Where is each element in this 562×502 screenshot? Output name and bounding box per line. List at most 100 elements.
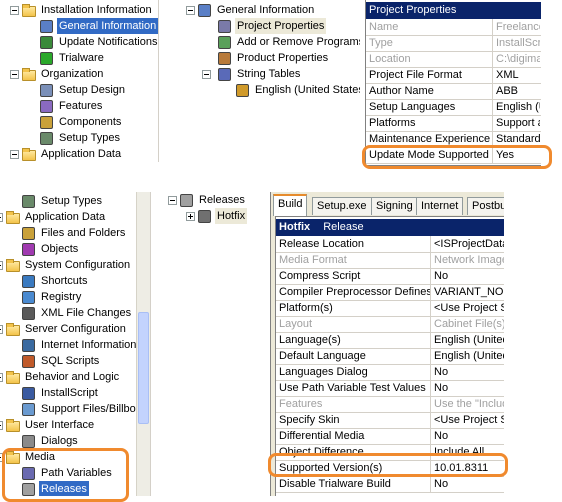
property-value[interactable]: Freelance (493, 19, 540, 35)
tree-item[interactable]: Objects (0, 241, 150, 257)
property-row[interactable]: Media Format Network Image (276, 252, 504, 269)
property-row[interactable]: Compiler Preprocessor Defines VARIANT_NON (276, 284, 504, 301)
property-value[interactable]: InstallScript (493, 35, 540, 51)
property-row[interactable]: Author Name ABB (366, 83, 541, 100)
tree-item-label: Application Data (41, 148, 122, 160)
property-value[interactable]: English (United (431, 348, 504, 364)
tree-item[interactable]: InstallScript (0, 385, 150, 401)
property-value[interactable]: <ISProjectDataFolder> (431, 236, 504, 252)
property-row[interactable]: Project File Format XML (366, 67, 541, 84)
tree-item[interactable]: Behavior and Logic (0, 369, 150, 385)
collapse-icon[interactable] (0, 213, 3, 222)
collapse-icon[interactable] (0, 325, 3, 334)
tab-setupexe[interactable]: Setup.exe (312, 197, 372, 215)
property-name: Language(s) (276, 332, 431, 348)
tree-item[interactable]: General Information (176, 2, 360, 18)
tree-item[interactable]: XML File Changes (0, 305, 150, 321)
property-row[interactable]: NameFreelance (366, 19, 541, 36)
tree-item[interactable]: System Configuration (0, 257, 150, 273)
tree-item[interactable]: Components (0, 114, 158, 130)
tree-item[interactable]: SQL Scripts (0, 353, 150, 369)
tree-item[interactable]: Application Data (0, 209, 150, 225)
property-row[interactable]: Setup LanguagesEnglish (U (366, 99, 541, 116)
tree-item-label: Releases (199, 194, 245, 206)
property-value[interactable]: XML (493, 67, 540, 83)
property-row[interactable]: TypeInstallScript (366, 35, 541, 52)
property-row[interactable]: Platform(s) <Use Project S (276, 300, 504, 317)
tab-postbuild[interactable]: Postbuild (467, 197, 504, 215)
tree-item[interactable]: Shortcuts (0, 273, 150, 289)
property-row[interactable]: Release Location<ISProjectDataFolder> (276, 236, 504, 253)
property-row[interactable]: Languages Dialog No (276, 364, 504, 381)
tree-item-label: Project Properties (235, 18, 327, 34)
tree-item[interactable]: Dialogs (0, 433, 150, 449)
property-row[interactable]: Language(s) English (United (276, 332, 504, 349)
property-row[interactable]: Default Language English (United (276, 348, 504, 365)
tree-item[interactable]: Internet Information (0, 337, 150, 353)
collapse-icon[interactable] (0, 421, 3, 430)
collapse-icon[interactable] (10, 6, 19, 15)
property-row[interactable]: Location C:\digima (366, 51, 541, 68)
property-value[interactable]: English (U (493, 99, 540, 115)
tree-item[interactable]: Application Data (0, 146, 158, 162)
property-value[interactable]: ABB (493, 83, 540, 99)
tree-item[interactable]: Setup Design (0, 82, 158, 98)
tree-item[interactable]: Releases (158, 192, 266, 208)
property-row[interactable]: Platforms Support a (366, 115, 541, 132)
property-value[interactable]: C:\digima (493, 51, 540, 67)
tree-item[interactable]: String Tables (176, 66, 360, 82)
property-value[interactable]: English (United (431, 332, 504, 348)
property-row[interactable]: Disable Trialware Build No (276, 476, 504, 493)
tree-item[interactable]: Setup Types (0, 130, 158, 146)
tab-signing[interactable]: Signing (371, 197, 418, 215)
property-value[interactable]: No (431, 364, 504, 380)
tree-item[interactable]: English (United States) (176, 82, 360, 98)
collapse-icon[interactable] (202, 70, 211, 79)
property-row[interactable]: Specify Skin <Use Project S (276, 412, 504, 429)
tree-item[interactable]: Update Notifications (0, 34, 158, 50)
tab-internet[interactable]: Internet (416, 197, 464, 215)
property-value[interactable]: VARIANT_NON (431, 284, 504, 300)
property-row[interactable]: FeaturesUse the "Include (276, 396, 504, 413)
tree-item[interactable]: General Information (0, 18, 158, 34)
registry-icon (22, 291, 35, 304)
property-value[interactable]: No (431, 428, 504, 444)
property-value[interactable]: No (431, 268, 504, 284)
property-row[interactable]: Use Path Variable Test Values No (276, 380, 504, 397)
tree-scrollbar[interactable] (136, 192, 150, 496)
tree-item[interactable]: Organization (0, 66, 158, 82)
tree-item[interactable]: Server Configuration (0, 321, 150, 337)
collapse-icon[interactable] (0, 373, 3, 382)
tree-item[interactable]: Registry (0, 289, 150, 305)
tree-item[interactable]: User Interface (0, 417, 150, 433)
tree-item[interactable]: Product Properties (176, 50, 360, 66)
tree-item[interactable]: Add or Remove Programs (176, 34, 360, 50)
property-value[interactable]: <Use Project S (431, 412, 504, 428)
property-value[interactable]: Use the "Include (431, 396, 504, 412)
tab-build[interactable]: Build (273, 194, 308, 216)
property-value[interactable]: <Use Project S (431, 300, 504, 316)
tree-item[interactable]: Project Properties (176, 18, 360, 34)
collapse-icon[interactable] (0, 261, 3, 270)
property-value[interactable]: Cabinet File(s) (431, 316, 504, 332)
tree-item[interactable]: Files and Folders (0, 225, 150, 241)
property-row[interactable]: Compress Script No (276, 268, 504, 285)
property-row[interactable]: Differential Media No (276, 428, 504, 445)
collapse-icon[interactable] (186, 6, 195, 15)
property-row[interactable]: Layout Cabinet File(s) (276, 316, 504, 333)
tree-item[interactable]: Setup Types (0, 193, 150, 209)
expand-icon[interactable] (186, 212, 195, 221)
tree-item[interactable]: Hotfix (158, 208, 266, 224)
property-value[interactable]: Network Image (431, 252, 504, 268)
property-value[interactable]: No (431, 476, 504, 492)
collapse-icon[interactable] (10, 70, 19, 79)
scroll-thumb[interactable] (138, 312, 149, 424)
tree-item[interactable]: Features (0, 98, 158, 114)
tree-item[interactable]: Installation Information (0, 2, 158, 18)
collapse-icon[interactable] (168, 196, 177, 205)
tree-item[interactable]: Support Files/Billboards (0, 401, 150, 417)
property-value[interactable]: No (431, 380, 504, 396)
property-value[interactable]: Support a (493, 115, 540, 131)
tree-item[interactable]: Trialware (0, 50, 158, 66)
collapse-icon[interactable] (10, 150, 19, 159)
